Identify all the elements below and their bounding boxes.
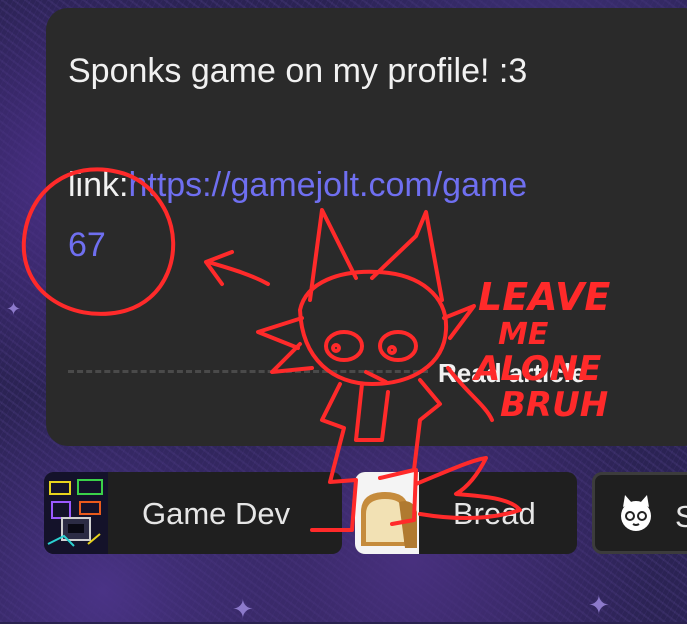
post-link[interactable]: https://gamejolt.com/game [128, 166, 527, 204]
community-chip-bread[interactable]: Bread [355, 472, 577, 554]
read-article-button[interactable]: Read article [438, 358, 585, 389]
community-label: S [675, 499, 687, 535]
sparkle-icon: ✦ [232, 594, 254, 624]
post-card[interactable]: Sponks game on my profile! :3 link:https… [46, 8, 687, 446]
community-label: Game Dev [142, 496, 291, 531]
cat-face-icon [621, 495, 651, 531]
post-title: Sponks game on my profile! :3 [68, 52, 528, 90]
link-label: link: [68, 166, 129, 204]
game-dev-thumbnail-icon [44, 472, 108, 554]
sparkle-icon: ✦ [6, 299, 22, 319]
divider [68, 370, 428, 373]
community-chip-game-dev[interactable]: Game Dev [44, 472, 342, 554]
post-link-line: link:https://gamejolt.com/game [68, 166, 527, 205]
community-chip-third[interactable]: S [592, 472, 687, 554]
post-link-continuation[interactable]: 67 [68, 226, 106, 265]
bread-thumbnail-icon [355, 472, 419, 554]
community-label: Bread [453, 496, 536, 531]
sparkle-icon: ✦ [588, 590, 610, 620]
